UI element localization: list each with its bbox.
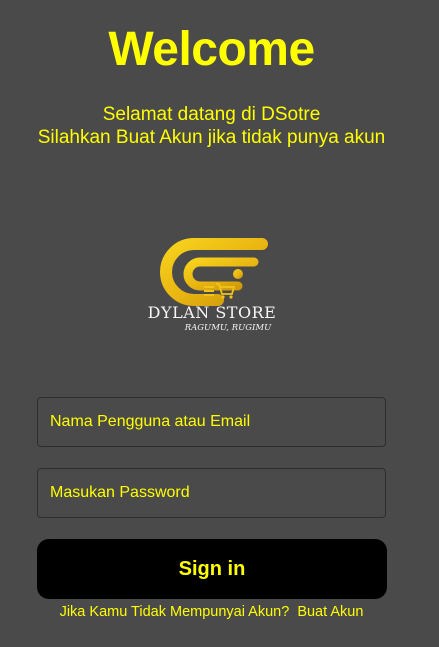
username-placeholder: Nama Pengguna atau Email: [50, 413, 251, 430]
logo-brand-text: DYLAN STORE: [148, 303, 277, 322]
logo-tagline-text: RAGUMU, RUGIMU: [184, 323, 272, 333]
signup-prompt: Jika Kamu Tidak Mempunyai Akun? Buat Aku…: [0, 604, 423, 620]
username-field[interactable]: Nama Pengguna atau Email: [37, 397, 386, 447]
page-title: Welcome: [108, 23, 315, 76]
dylan-store-logo-icon: DYLAN STORE RAGUMU, RUGIMU: [148, 238, 277, 333]
store-logo: DYLAN STORE RAGUMU, RUGIMU: [146, 226, 278, 336]
password-field[interactable]: Masukan Password: [37, 468, 386, 518]
subtitle-line-1: Selamat datang di DSotre: [102, 104, 321, 125]
welcome-subtitle: Selamat datang di DSotre Silahkan Buat A…: [0, 103, 423, 149]
subtitle-line-2: Silahkan Buat Akun jika tidak punya akun: [37, 127, 386, 148]
password-placeholder: Masukan Password: [50, 484, 190, 501]
create-account-link[interactable]: Buat Akun: [297, 604, 363, 620]
signup-prompt-text: Jika Kamu Tidak Mempunyai Akun?: [59, 604, 290, 620]
sign-in-button[interactable]: Sign in: [37, 539, 387, 599]
